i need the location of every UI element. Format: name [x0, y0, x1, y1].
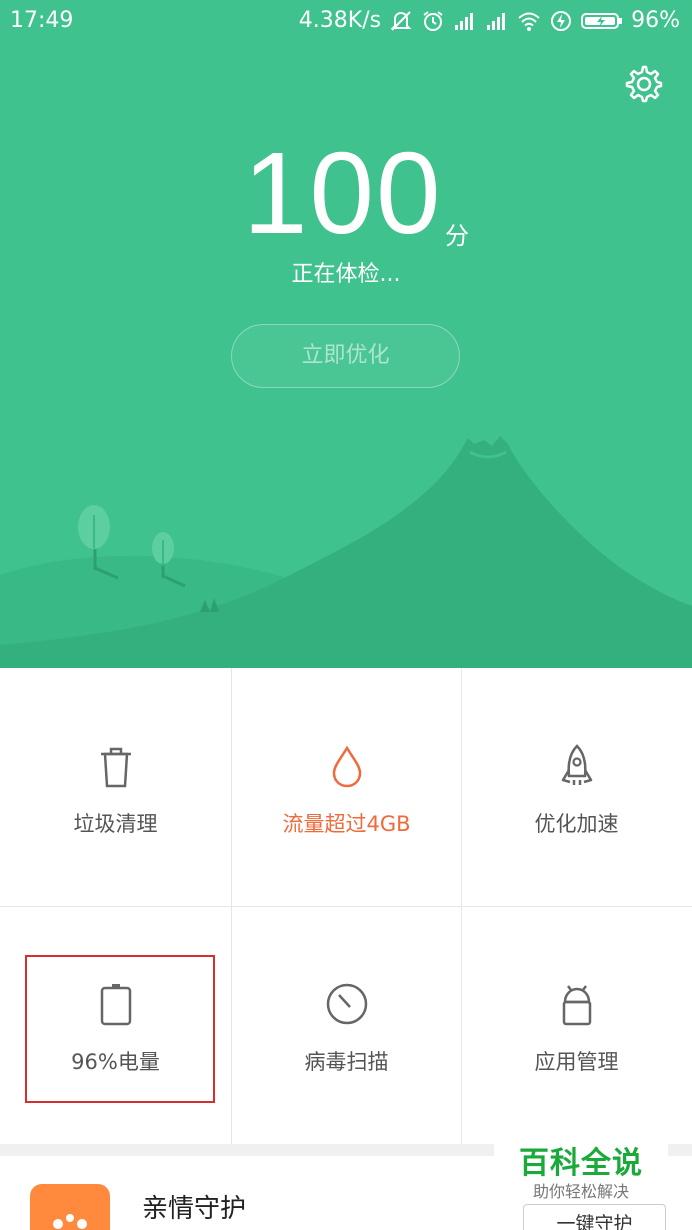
- tool-app-manager[interactable]: 应用管理: [461, 906, 692, 1144]
- checkup-status: 正在体检...: [291, 262, 401, 287]
- one-key-guard-button[interactable]: 一键守护: [523, 1204, 666, 1230]
- tool-label: 病毒扫描: [304, 1050, 389, 1074]
- score-display: 100 分: [0, 128, 692, 258]
- trash-icon: [100, 747, 131, 788]
- battery-percent: 96%: [631, 8, 680, 33]
- battery-icon: [581, 12, 623, 29]
- card-title: 亲情守护: [142, 1194, 247, 1224]
- wifi-icon: [518, 12, 540, 31]
- mute-icon: [390, 10, 412, 31]
- score-value: 100: [243, 128, 443, 258]
- watermark-subtitle: 助你轻松解决: [532, 1182, 629, 1201]
- tool-label: 流量超过4GB: [282, 812, 411, 836]
- score-unit: 分: [445, 222, 469, 250]
- rocket-icon: [561, 744, 592, 785]
- signal-icon: [455, 12, 474, 30]
- tool-data-usage[interactable]: 流量超过4GB: [231, 668, 462, 906]
- tool-label: 垃圾清理: [73, 812, 158, 836]
- scan-icon: [326, 983, 367, 1025]
- tool-label: 应用管理: [534, 1050, 619, 1074]
- alarm-icon: [423, 10, 443, 31]
- gear-icon[interactable]: [624, 64, 664, 104]
- network-speed: 4.38K/s: [298, 8, 382, 33]
- tool-label: 优化加速: [534, 812, 619, 836]
- hero-panel: 17:49 4.38K/s 96% 100 分 正在体检... 立即优化: [0, 0, 692, 668]
- family-icon: [30, 1184, 110, 1230]
- status-time: 17:49: [10, 8, 74, 33]
- drop-icon: [332, 745, 361, 788]
- highlight-annotation: [25, 955, 215, 1103]
- watermark-title: 百科全说: [519, 1146, 643, 1181]
- tool-virus-scan[interactable]: 病毒扫描: [231, 906, 462, 1144]
- optimize-button[interactable]: 立即优化: [231, 324, 460, 388]
- tool-speedup[interactable]: 优化加速: [461, 668, 692, 906]
- status-right-group: 4.38K/s 96%: [299, 8, 680, 33]
- status-bar: 17:49 4.38K/s 96%: [0, 0, 692, 42]
- signal-icon: [487, 12, 506, 30]
- tool-cleanup[interactable]: 垃圾清理: [0, 668, 231, 906]
- android-icon: [562, 985, 591, 1026]
- charging-icon: [551, 10, 572, 31]
